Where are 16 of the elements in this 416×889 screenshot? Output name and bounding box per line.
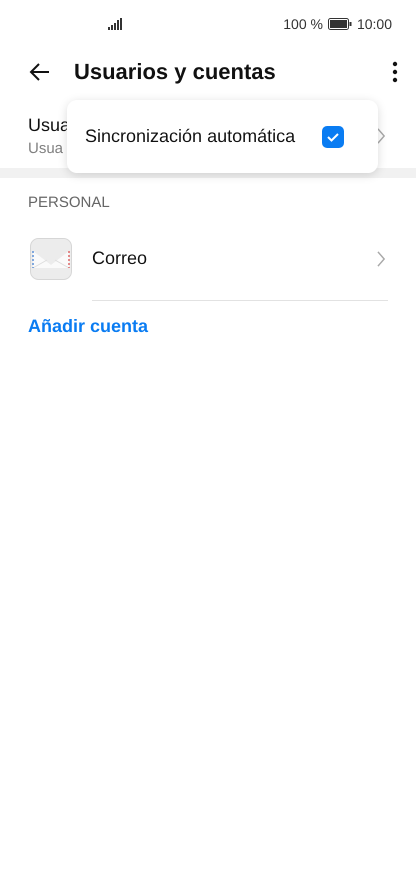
battery-percent: 100 %: [283, 16, 323, 32]
signal-icon: [108, 18, 122, 30]
checkbox[interactable]: [322, 126, 344, 148]
page-title: Usuarios y cuentas: [74, 59, 277, 85]
chevron-icon: [377, 128, 386, 144]
account-label: Correo: [92, 248, 148, 269]
row-subtitle: Usua: [28, 140, 64, 157]
menu-item[interactable]: Sincronización automática: [67, 126, 378, 148]
add-account-link[interactable]: Añadir cuenta: [28, 316, 148, 337]
section-heading: PERSONAL: [27, 193, 111, 213]
clock: 10:00: [356, 16, 392, 32]
battery-icon: [328, 18, 352, 30]
chevron-icon: [377, 250, 386, 266]
more-options-button[interactable]: [392, 60, 398, 84]
account-item[interactable]: Correo: [0, 218, 416, 300]
envelope-icon: [30, 238, 72, 280]
